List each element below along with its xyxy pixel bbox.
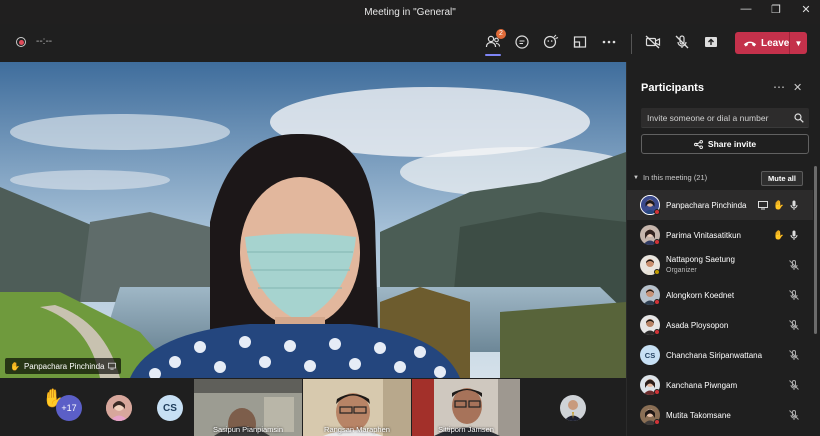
share-screen-indicator-icon (758, 201, 768, 210)
status-badge (654, 209, 660, 215)
participant-row[interactable]: Alongkorn Koednet (627, 280, 813, 310)
video-tile[interactable]: Sasipun Pianpiamsin (194, 379, 302, 436)
participant-initials-avatar[interactable]: CS (157, 395, 183, 421)
more-actions-button[interactable] (599, 31, 619, 53)
mute-all-button[interactable]: Mute all (761, 171, 803, 186)
share-invite-label: Share invite (707, 139, 757, 149)
participant-avatar[interactable] (560, 395, 586, 421)
mic-off-icon[interactable] (789, 260, 799, 270)
panel-title: Participants (641, 82, 704, 94)
participant-row[interactable]: Asada Ploysopon (627, 310, 813, 340)
more-participants-count[interactable]: +17 (56, 395, 82, 421)
status-badge (654, 329, 660, 335)
participant-name: Kanchana Piwngam (666, 380, 738, 390)
mic-on-icon[interactable] (789, 230, 799, 240)
participant-name: Asada Ploysopon (666, 320, 729, 330)
share-tray-icon (705, 37, 717, 47)
tile-name: Sasipun Pianpiamsin (212, 425, 284, 434)
meeting-section-toggle[interactable]: ▼ In this meeting (21) (633, 173, 707, 182)
leave-label: Leave (761, 37, 790, 49)
reactions-button[interactable] (541, 31, 561, 53)
breakout-rooms-icon (573, 36, 587, 48)
panel-scrollbar[interactable] (814, 166, 817, 334)
close-window-icon[interactable]: ✕ (798, 3, 814, 16)
meeting-timer: --:-- (36, 36, 53, 47)
status-badge (654, 239, 660, 245)
chat-icon (515, 35, 529, 49)
participant-name: Chanchana Siripanwattana (666, 350, 763, 360)
camera-toggle[interactable] (643, 31, 663, 53)
participant-row[interactable]: Kanchana Piwngam (627, 370, 813, 400)
chevron-down-icon[interactable]: ▼ (789, 32, 807, 54)
record-icon (16, 37, 26, 47)
speaker-name: Panpachara Pinchinda (23, 361, 105, 371)
participant-name: Mutita Takomsane (666, 410, 731, 420)
status-badge (654, 389, 660, 395)
participant-row[interactable]: Mutita Takomsane (627, 400, 813, 430)
reaction-icon (543, 34, 559, 49)
mic-on-icon[interactable] (789, 200, 799, 210)
participant-name: Parima Vinitasatitkun (666, 230, 741, 240)
speaker-name-tag: ✋ Panpachara Pinchinda (5, 358, 122, 374)
title-bar: Meeting in "General" — ❐ ✕ (0, 0, 820, 24)
tile-name: Rangsan Maraphen (324, 425, 390, 434)
minimize-icon[interactable]: — (738, 3, 754, 16)
participant-role: Organizer (666, 267, 697, 274)
status-badge (654, 419, 660, 425)
raised-hand-icon: ✋ (10, 361, 20, 371)
mic-toggle[interactable] (672, 31, 692, 53)
participant-name: Panpachara Pinchinda (666, 200, 747, 210)
hang-up-icon (743, 41, 757, 47)
video-feed-image (0, 62, 626, 378)
participants-panel: Participants ⋯ ✕ Share invite ▼ In this … (626, 62, 820, 436)
window-title: Meeting in "General" (364, 6, 456, 18)
participants-badge: 2 (496, 29, 506, 39)
raised-hand-icon: ✋ (773, 200, 785, 210)
mic-off-icon[interactable] (789, 290, 799, 300)
mic-off-icon[interactable] (789, 380, 799, 390)
participant-initials-avatar: CS (640, 345, 660, 365)
video-tile[interactable]: Rangsan Maraphen (303, 379, 411, 436)
camera-off-icon (645, 35, 661, 49)
avatar-photo (560, 395, 586, 421)
section-label: In this meeting (21) (642, 173, 708, 182)
window-controls: — ❐ ✕ (738, 3, 814, 16)
leave-button[interactable]: Leave ▼ (735, 32, 807, 54)
mic-off-icon[interactable] (789, 350, 799, 360)
participant-row[interactable]: Panpachara Pinchinda ✋ (627, 190, 813, 220)
share-screen-button[interactable] (701, 31, 721, 53)
toolbar-divider (631, 34, 632, 54)
share-invite-button[interactable]: Share invite (641, 134, 809, 154)
panel-close-icon[interactable]: ✕ (793, 81, 802, 94)
invite-input[interactable] (641, 108, 809, 128)
mic-off-icon[interactable] (789, 410, 799, 420)
meeting-toolbar: --:-- 2 Leave ▼ (0, 24, 820, 62)
participants-button[interactable]: 2 (483, 29, 506, 56)
participant-row[interactable]: Nattapong Saetung Organizer (627, 250, 813, 280)
status-badge (654, 299, 660, 305)
chat-button[interactable] (512, 31, 532, 53)
participant-row[interactable]: CS Chanchana Siripanwattana (627, 340, 813, 370)
participant-list: Panpachara Pinchinda ✋ Parima Vinitasati… (627, 190, 813, 430)
more-icon (602, 40, 616, 44)
maximize-icon[interactable]: ❐ (768, 3, 784, 16)
participant-row[interactable]: Parima Vinitasatitkun ✋ (627, 220, 813, 250)
rooms-button[interactable] (570, 31, 590, 53)
share-icon (693, 139, 703, 149)
mic-off-icon[interactable] (789, 320, 799, 330)
participant-avatar[interactable] (106, 395, 132, 421)
panel-more-icon[interactable]: ⋯ (773, 80, 786, 94)
avatar-photo (106, 395, 132, 421)
chevron-down-icon: ▼ (633, 174, 639, 181)
mic-off-icon (675, 35, 689, 49)
main-video (0, 62, 626, 378)
tile-name: Sittiporn Jamsen (438, 425, 494, 434)
video-tile[interactable]: Sittiporn Jamsen (412, 379, 520, 436)
participant-name: Alongkorn Koednet (666, 290, 735, 300)
search-icon[interactable] (794, 113, 804, 123)
share-screen-indicator-icon (108, 362, 117, 370)
participant-name: Nattapong Saetung (666, 255, 735, 264)
raised-hand-icon: ✋ (773, 230, 785, 240)
status-badge (654, 269, 660, 275)
